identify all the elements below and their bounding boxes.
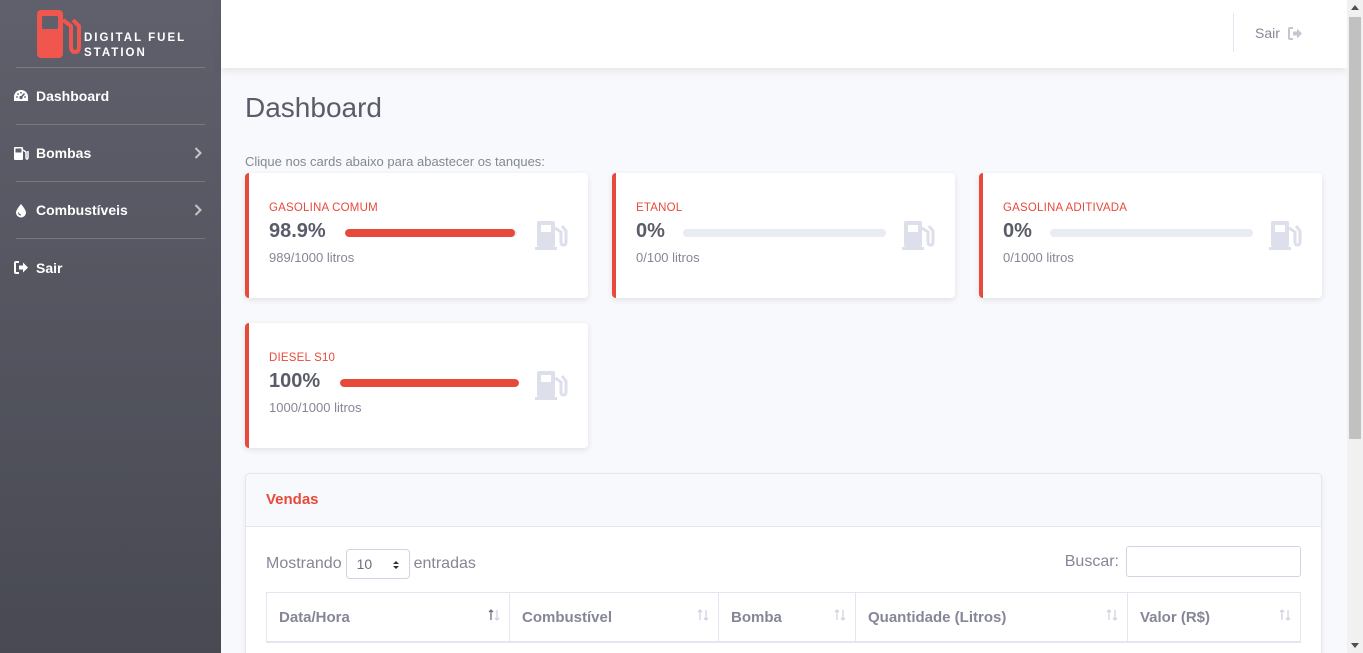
sign-out-icon	[1287, 26, 1302, 40]
table-search: Buscar:	[1065, 546, 1301, 577]
tank-label: GASOLINA ADITIVADA	[1003, 202, 1128, 214]
brand-line-1: DIGITAL FUEL	[84, 32, 187, 44]
brand-line-2: STATION	[84, 46, 147, 59]
length-prefix: Mostrando	[266, 555, 342, 572]
column-label: Bomba	[731, 609, 782, 626]
brand[interactable]: DIGITAL FUEL STATION	[16, 0, 205, 68]
tank-liters: 1000/1000 litros	[269, 400, 362, 415]
select-arrows-icon	[392, 561, 399, 569]
page-scrollbar[interactable]	[1347, 0, 1363, 653]
tank-progress-bar	[340, 379, 519, 387]
scroll-up-arrow-icon[interactable]	[1351, 5, 1359, 10]
sidebar-item-dashboard[interactable]: Dashboard	[14, 68, 205, 125]
gas-pump-logo-icon	[37, 10, 81, 58]
entries-per-page-value: 10	[356, 556, 373, 572]
sort-icon	[697, 609, 709, 621]
tank-percent: 0%	[636, 220, 665, 242]
sort-icon	[1279, 609, 1291, 621]
brand-name: DIGITAL FUEL STATION	[84, 31, 186, 60]
tank-liters: 989/1000 litros	[269, 250, 355, 265]
sales-panel-header: Vendas	[246, 474, 1321, 527]
sales-title: Vendas	[266, 491, 319, 508]
topbar: Sair	[221, 0, 1347, 68]
column-header-data-hora[interactable]: Data/Hora	[267, 593, 510, 641]
sidebar-item-label: Combustíveis	[36, 202, 128, 218]
entries-length-control: Mostrando 10 entradas	[266, 549, 476, 579]
tank-progress-bar	[1050, 229, 1253, 237]
tank-label: ETANOL	[636, 202, 683, 214]
scroll-down-arrow-icon[interactable]	[1351, 643, 1359, 648]
sidebar-item-sair[interactable]: Sair	[13, 239, 205, 296]
chevron-right-icon	[194, 204, 202, 216]
length-suffix: entradas	[413, 555, 476, 572]
column-header-valor[interactable]: Valor (R$)	[1128, 593, 1300, 641]
tank-percent: 0%	[1003, 220, 1032, 242]
column-header-bomba[interactable]: Bomba	[719, 593, 856, 641]
tank-card-etanol[interactable]: ETANOL 0% 0/100 litros	[612, 173, 955, 298]
table-header-row: Data/Hora Combustível Bomba Quantidade (…	[267, 593, 1300, 643]
sign-out-icon	[12, 260, 30, 276]
tank-progress-fill	[345, 229, 516, 237]
sidebar-item-label: Sair	[36, 259, 63, 276]
logout-link[interactable]: Sair	[1255, 24, 1303, 42]
tank-card-diesel-s10[interactable]: DIESEL S10 100% 1000/1000 litros	[245, 323, 588, 448]
sidebar-item-combustiveis[interactable]: Combustíveis	[16, 182, 205, 239]
sidebar-item-label: Bombas	[36, 145, 92, 161]
sort-ascending-icon	[488, 609, 500, 621]
tank-percent: 100%	[269, 370, 321, 392]
logout-label: Sair	[1255, 25, 1280, 41]
tank-card-gasolina-comum[interactable]: GASOLINA COMUM 98.9% 989/1000 litros	[245, 173, 588, 298]
tachometer-icon	[12, 88, 30, 104]
entries-per-page-select[interactable]: 10	[345, 549, 410, 579]
search-input[interactable]	[1126, 546, 1301, 577]
tank-card-gasolina-aditivada[interactable]: GASOLINA ADITIVADA 0% 0/1000 litros	[979, 173, 1322, 298]
scroll-thumb[interactable]	[1349, 17, 1361, 439]
sidebar: DIGITAL FUEL STATION Dashboard Bombas Co…	[0, 0, 221, 653]
column-label: Data/Hora	[279, 609, 350, 626]
droplet-icon	[12, 202, 30, 218]
page-hint: Clique nos cards abaixo para abastecer o…	[245, 154, 545, 169]
sidebar-item-bombas[interactable]: Bombas	[14, 125, 205, 182]
tank-liters: 0/100 litros	[636, 250, 700, 265]
gas-pump-icon	[1269, 221, 1302, 250]
tank-label: DIESEL S10	[269, 352, 336, 364]
chevron-right-icon	[194, 147, 202, 159]
gas-pump-icon	[902, 221, 935, 250]
tank-label: GASOLINA COMUM	[269, 202, 378, 214]
column-label: Valor (R$)	[1140, 609, 1211, 626]
topbar-divider	[1233, 13, 1234, 52]
gas-pump-icon	[12, 145, 30, 161]
column-label: Combustível	[522, 609, 613, 626]
tank-liters: 0/1000 litros	[1003, 250, 1074, 265]
tank-progress-bar	[683, 229, 886, 237]
gas-pump-icon	[535, 221, 568, 250]
column-header-combustivel[interactable]: Combustível	[510, 593, 719, 641]
search-label: Buscar:	[1064, 552, 1119, 570]
sort-icon	[834, 609, 846, 621]
sales-panel: Vendas Mostrando 10 entradas Buscar: Dat…	[245, 473, 1322, 653]
column-label: Quantidade (Litros)	[868, 609, 1007, 626]
sort-icon	[1106, 609, 1118, 621]
sidebar-item-label: Dashboard	[36, 88, 110, 104]
sales-table: Data/Hora Combustível Bomba Quantidade (…	[266, 592, 1301, 643]
column-header-quantidade[interactable]: Quantidade (Litros)	[856, 593, 1128, 641]
tank-progress-fill	[340, 379, 519, 387]
tank-percent: 98.9%	[269, 220, 326, 242]
page-title: Dashboard	[245, 92, 382, 123]
tank-progress-bar	[345, 229, 517, 237]
gas-pump-icon	[535, 371, 568, 400]
